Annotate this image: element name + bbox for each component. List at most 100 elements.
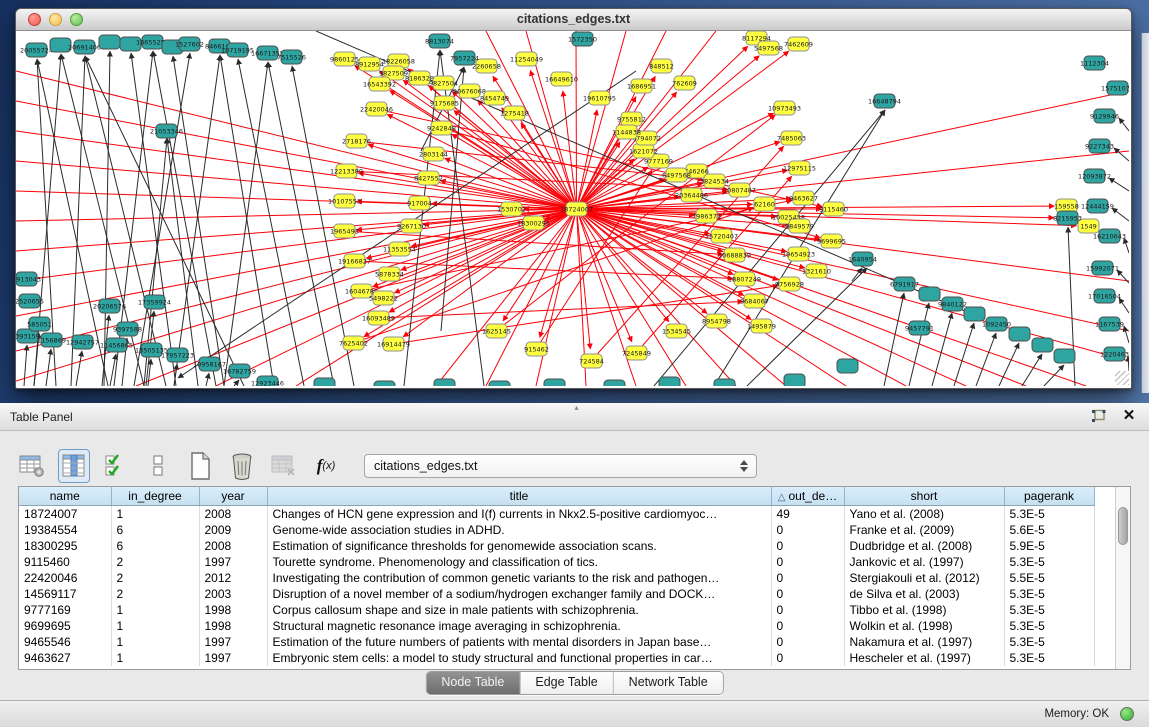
graph-node[interactable]: 7485063 <box>777 131 806 145</box>
graph-node[interactable]: 917004 <box>407 196 432 210</box>
graph-node[interactable] <box>1054 349 1075 363</box>
graph-node[interactable]: 1530702 <box>497 202 526 216</box>
graph-node[interactable]: 2803144 <box>419 147 448 161</box>
network-table-selector[interactable]: citations_edges.txt <box>364 454 757 478</box>
cell[interactable]: 0 <box>771 602 844 618</box>
cell[interactable]: 18300295 <box>19 538 111 554</box>
graph-node[interactable]: 848512 <box>649 59 674 73</box>
cell[interactable]: de Silva et al. (2003) <box>844 586 1004 602</box>
cell[interactable]: 5.3E-5 <box>1004 618 1094 634</box>
graph-node[interactable]: 2718176 <box>342 134 371 148</box>
graph-node[interactable]: 9267130 <box>397 219 426 233</box>
minimize-window-icon[interactable] <box>49 13 62 26</box>
graph-node[interactable]: 1965493 <box>330 224 359 238</box>
cell[interactable]: Corpus callosum shape and size in male p… <box>267 602 771 618</box>
graph-node[interactable]: 10973493 <box>768 101 801 115</box>
graph-node[interactable]: 1220463 <box>1100 347 1129 361</box>
cell[interactable]: 5.3E-5 <box>1004 650 1094 666</box>
graph-node[interactable]: 9175685 <box>430 96 459 110</box>
graph-node[interactable] <box>659 377 680 386</box>
cell[interactable]: 9463627 <box>19 650 111 666</box>
cell[interactable]: 0 <box>771 634 844 650</box>
graph-node[interactable]: 7986372 <box>692 209 721 223</box>
cell[interactable]: Nakamura et al. (1997) <box>844 634 1004 650</box>
column-header-short[interactable]: short <box>844 487 1004 505</box>
graph-node[interactable]: 16649610 <box>545 72 578 86</box>
delete-table-icon[interactable] <box>268 449 300 483</box>
cell[interactable]: 0 <box>771 586 844 602</box>
cell[interactable]: Structural magnetic resonance image aver… <box>267 618 771 634</box>
table-row[interactable]: 977716911998Corpus callosum shape and si… <box>19 602 1094 618</box>
graph-node[interactable] <box>374 381 395 386</box>
graph-node[interactable] <box>489 381 510 386</box>
cell[interactable]: 9777169 <box>19 602 111 618</box>
table-row[interactable]: 1456911722003Disruption of a novel membe… <box>19 586 1094 602</box>
cell[interactable]: 9699695 <box>19 618 111 634</box>
cell[interactable]: 5.3E-5 <box>1004 586 1094 602</box>
window-titlebar[interactable]: citations_edges.txt <box>16 9 1131 31</box>
graph-node[interactable]: 9684067 <box>740 294 769 308</box>
graph-node[interactable]: 12923446 <box>251 376 284 386</box>
table-row[interactable]: 946362711997Embryonic stem cells: a mode… <box>19 650 1094 666</box>
graph-node[interactable]: 16648794 <box>868 94 901 108</box>
cell[interactable]: 18724007 <box>19 505 111 522</box>
cell[interactable]: 2 <box>111 586 199 602</box>
citation-network-graph[interactable]: 1872400718300295986012589129541822605898… <box>16 31 1129 386</box>
graph-node[interactable]: 9756928 <box>775 277 804 291</box>
graph-node[interactable] <box>314 378 335 386</box>
graph-node[interactable]: 8813074 <box>425 34 454 48</box>
cell[interactable]: 5.6E-5 <box>1004 522 1094 538</box>
cell[interactable]: Hescheler et al. (1997) <box>844 650 1004 666</box>
graph-node[interactable]: 9699695 <box>817 234 846 248</box>
graph-node[interactable] <box>1009 327 1030 341</box>
graph-node[interactable]: 62160 <box>754 197 775 211</box>
graph-node[interactable]: 1112304 <box>1080 56 1109 70</box>
close-window-icon[interactable] <box>28 13 41 26</box>
cell[interactable]: 5.3E-5 <box>1004 505 1094 522</box>
graph-node[interactable] <box>784 374 805 386</box>
cell[interactable]: Estimation of significance thresholds fo… <box>267 538 771 554</box>
cell[interactable]: Tibbo et al. (1998) <box>844 602 1004 618</box>
graph-node[interactable]: 12093872 <box>1078 169 1111 183</box>
graph-node[interactable]: 2520655 <box>16 294 44 308</box>
graph-node[interactable]: 17359924 <box>138 295 171 309</box>
memory-status-icon[interactable] <box>1120 707 1134 721</box>
graph-node[interactable]: 6497568 <box>662 168 691 182</box>
graph-node[interactable] <box>919 287 940 301</box>
graph-node[interactable]: 16914479 <box>377 337 410 351</box>
column-chooser-icon[interactable] <box>58 449 90 483</box>
cell[interactable]: 19384554 <box>19 522 111 538</box>
graph-node[interactable]: 5497568 <box>754 41 783 55</box>
table-row[interactable]: 2242004622012Investigating the contribut… <box>19 570 1094 586</box>
graph-node[interactable]: 7245849 <box>622 346 651 360</box>
cell[interactable]: Dudbridge et al. (2008) <box>844 538 1004 554</box>
column-header-in_degree[interactable]: in_degree <box>111 487 199 505</box>
graph-node[interactable]: 7625402 <box>339 336 368 350</box>
graph-node[interactable]: 8454749 <box>480 91 509 105</box>
graph-node[interactable]: 10107553 <box>328 194 361 208</box>
graph-node[interactable]: 1167539 <box>1095 317 1124 331</box>
cell[interactable]: 0 <box>771 522 844 538</box>
cell[interactable]: 1 <box>111 505 199 522</box>
graph-node[interactable]: 20206576 <box>93 299 126 313</box>
graph-node[interactable]: 20055724 <box>20 43 53 57</box>
graph-node[interactable]: 1321610 <box>802 264 831 278</box>
graph-node[interactable]: 9242848 <box>427 121 456 135</box>
cell[interactable]: 5.3E-5 <box>1004 634 1094 650</box>
cell[interactable]: 2009 <box>199 522 267 538</box>
cell[interactable]: 2 <box>111 570 199 586</box>
cell[interactable]: 6 <box>111 522 199 538</box>
graph-node[interactable]: 17016504 <box>1088 289 1121 303</box>
graph-node[interactable]: 16782759 <box>223 364 256 378</box>
cell[interactable]: 2012 <box>199 570 267 586</box>
tab-network-table[interactable]: Network Table <box>614 672 723 694</box>
tab-edge-table[interactable]: Edge Table <box>520 672 613 694</box>
panel-divider-handle[interactable]: ▴ <box>575 403 579 412</box>
column-header-pagerank[interactable]: pagerank <box>1004 487 1094 505</box>
graph-node[interactable] <box>837 359 858 373</box>
table-row[interactable]: 946554611997Estimation of the future num… <box>19 634 1094 650</box>
cell[interactable]: 1997 <box>199 634 267 650</box>
cell[interactable]: 1 <box>111 618 199 634</box>
cell[interactable]: 22420046 <box>19 570 111 586</box>
cell[interactable]: 14569117 <box>19 586 111 602</box>
